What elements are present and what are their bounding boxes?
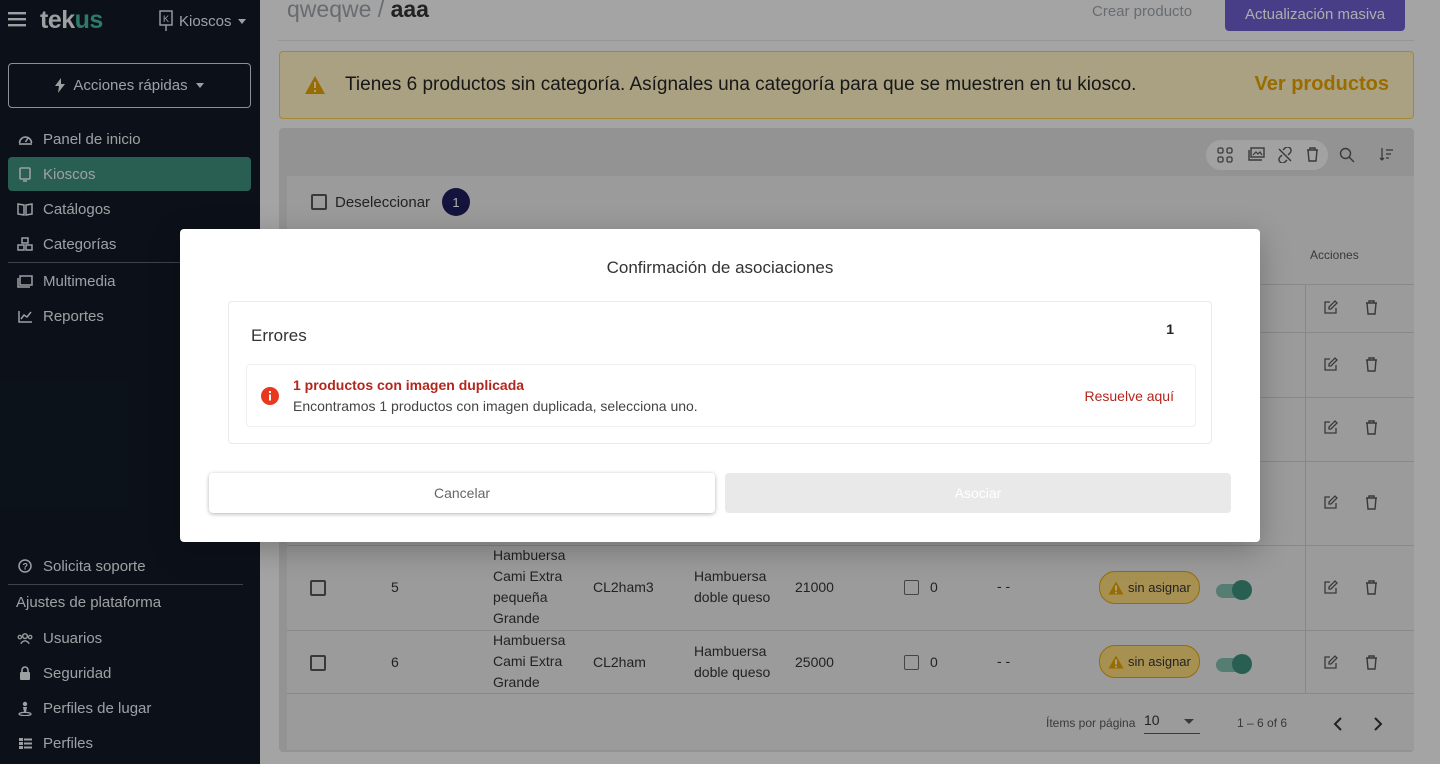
error-info-icon bbox=[261, 387, 279, 405]
resolve-link[interactable]: Resuelve aquí bbox=[1084, 388, 1174, 404]
error-description: Encontramos 1 productos con imagen dupli… bbox=[293, 398, 698, 414]
dialog-title: Confirmación de asociaciones bbox=[606, 258, 834, 277]
error-title: 1 productos con imagen duplicada bbox=[293, 377, 525, 393]
errors-count: 1 bbox=[1166, 321, 1174, 337]
error-item: 1 productos con imagen duplicada Encontr… bbox=[246, 364, 1196, 427]
errors-title: Errores bbox=[251, 326, 307, 345]
cancel-button[interactable]: Cancelar bbox=[209, 473, 715, 513]
associate-button[interactable]: Asociar bbox=[725, 473, 1231, 513]
association-confirmation-dialog: Confirmación de asociaciones Errores 1 1… bbox=[180, 229, 1260, 542]
errors-card: Errores 1 1 productos con imagen duplica… bbox=[228, 301, 1212, 444]
